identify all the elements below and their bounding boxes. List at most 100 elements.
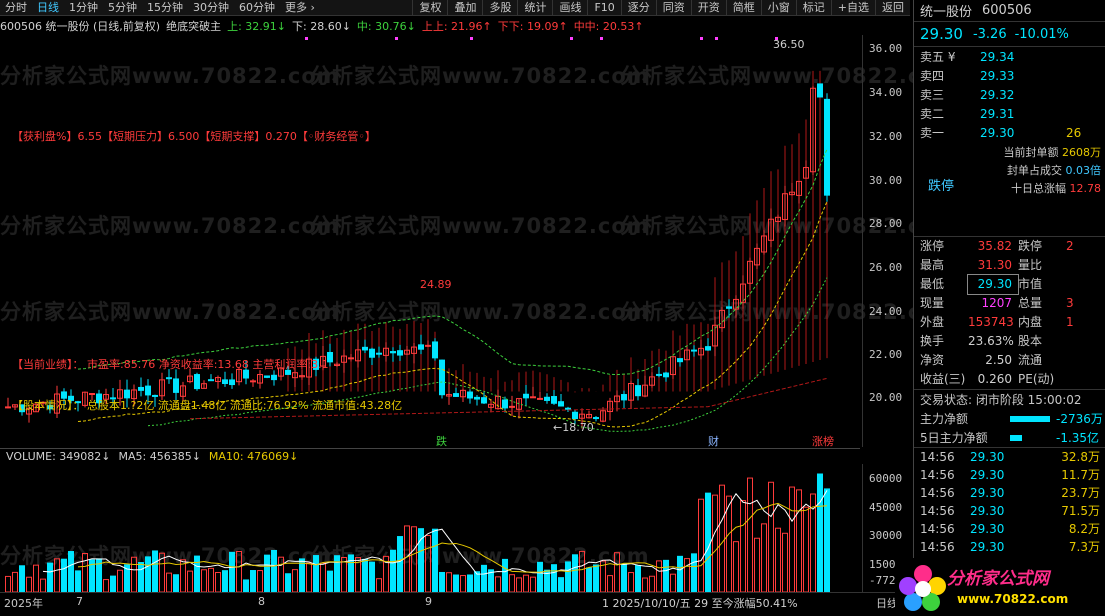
ma5-value: MA5: 456385↓	[118, 450, 201, 463]
date-axis: 2025年 7 8 9 1 2025/10/10/五 29 至今涨幅50.41%…	[0, 592, 912, 610]
tab-1min[interactable]: 1分钟	[64, 0, 103, 16]
tab-daily[interactable]: 日线	[32, 0, 64, 16]
candle-body[interactable]	[537, 397, 543, 400]
ask-row[interactable]: 卖四 29.33	[914, 66, 1105, 85]
mid-value: 中: 30.76↓	[356, 20, 416, 33]
tag-die[interactable]: 跌	[436, 433, 447, 449]
candle-body[interactable]	[705, 346, 711, 351]
open-asset-button[interactable]: 开资	[690, 0, 726, 16]
candle-body[interactable]	[348, 357, 354, 360]
candle-body[interactable]	[817, 83, 823, 98]
tag-zhang[interactable]: 涨榜	[812, 433, 834, 449]
stat-val2	[1066, 332, 1105, 351]
candle-body[interactable]	[173, 378, 179, 393]
multi-stock-button[interactable]: 多股	[482, 0, 517, 16]
tag-cai[interactable]: 财	[708, 433, 719, 449]
simple-frame-button[interactable]: 简框	[725, 0, 761, 16]
candle-body[interactable]	[530, 396, 536, 399]
candle-body[interactable]	[621, 394, 627, 401]
mark-button[interactable]: 标记	[795, 0, 831, 16]
stats-grid: 涨停 35.82 跌停 2 最高 31.30 量比 最低 29.30 市值 现量 1207 总量 3 外盘 1…	[914, 237, 1105, 389]
candle-body[interactable]	[502, 399, 508, 409]
tick-price: 29.30	[970, 540, 1005, 554]
ask-row[interactable]: 卖三 29.32	[914, 85, 1105, 104]
volume-bar	[208, 567, 214, 592]
candle-body[interactable]	[565, 407, 571, 410]
same-asset-button[interactable]: 同资	[655, 0, 691, 16]
candle-body[interactable]	[551, 396, 557, 404]
candle-body[interactable]	[369, 348, 375, 358]
stats-button[interactable]: 统计	[517, 0, 552, 16]
tab-5min[interactable]: 5分钟	[103, 0, 142, 16]
candle-body[interactable]	[558, 401, 564, 407]
back-button[interactable]: 返回	[875, 0, 910, 16]
candle-body[interactable]	[194, 374, 200, 390]
ask-price: 29.30	[980, 125, 1015, 140]
tab-60min[interactable]: 60分钟	[234, 0, 280, 16]
candle-body[interactable]	[453, 393, 459, 397]
candle-body[interactable]	[691, 349, 697, 352]
restore-rights-button[interactable]: 复权	[412, 0, 447, 16]
candlestick-chart[interactable]	[0, 35, 860, 447]
candle-body[interactable]	[138, 386, 144, 391]
candle-body[interactable]	[635, 385, 641, 397]
candle-body[interactable]	[824, 98, 830, 196]
tab-fenshi[interactable]: 分时	[0, 0, 32, 16]
volume-bar	[572, 554, 578, 592]
f10-button[interactable]: F10	[587, 0, 620, 16]
candle-body[interactable]	[677, 358, 683, 363]
tick-list[interactable]: 14:56 29.30 32.8万 14:56 29.30 11.7万 14:56 29.30…	[914, 448, 1105, 556]
candle-body[interactable]	[425, 344, 431, 347]
candle-body[interactable]	[544, 396, 550, 401]
candle-body[interactable]	[663, 372, 669, 378]
candle-body[interactable]	[208, 379, 214, 382]
volume-bar	[12, 571, 18, 592]
candle-body[interactable]	[572, 411, 578, 420]
tab-15min[interactable]: 15分钟	[142, 0, 188, 16]
tick-button[interactable]: 逐分	[620, 0, 656, 16]
overlay-button[interactable]: 叠加	[447, 0, 482, 16]
formula-name[interactable]: 绝底突破主	[166, 18, 221, 34]
candle-body[interactable]	[145, 385, 151, 396]
candle-body[interactable]	[439, 359, 445, 396]
candle-body[interactable]	[523, 393, 529, 399]
candle-body[interactable]	[271, 374, 277, 381]
add-watchlist-button[interactable]: +自选	[830, 0, 875, 16]
candle-body[interactable]	[5, 406, 11, 409]
candle-body[interactable]	[89, 393, 95, 396]
volume-bar	[768, 481, 774, 592]
candle-body[interactable]	[656, 373, 662, 376]
volume-bar	[369, 561, 375, 592]
candle-body[interactable]	[390, 351, 396, 354]
draw-line-button[interactable]: 画线	[552, 0, 587, 16]
candle-body[interactable]	[474, 396, 480, 400]
candle-body[interactable]	[166, 377, 172, 380]
candle-body[interactable]	[362, 346, 368, 351]
candle-body[interactable]	[481, 397, 487, 404]
ask-row[interactable]: 卖二 29.31	[914, 104, 1105, 123]
ask-volume: 26	[1066, 125, 1082, 140]
candle-body[interactable]	[264, 375, 270, 378]
candle-body[interactable]	[432, 341, 438, 359]
ask-price: 29.33	[980, 68, 1015, 83]
candle-body[interactable]	[397, 350, 403, 356]
candle-body[interactable]	[593, 417, 599, 420]
candle-body[interactable]	[222, 379, 228, 385]
ask-row[interactable]: 卖五 ¥ 29.34	[914, 47, 1105, 66]
ask-row[interactable]: 卖一 29.30 26	[914, 123, 1105, 142]
candle-body[interactable]	[509, 405, 515, 408]
candle-body[interactable]	[250, 380, 256, 383]
candle-body[interactable]	[229, 379, 235, 386]
candle-body[interactable]	[418, 344, 424, 350]
volume-chart[interactable]	[0, 464, 860, 592]
price-tick: 32.00	[869, 130, 903, 143]
tab-more[interactable]: 更多 ›	[280, 0, 320, 16]
volume-bar	[54, 558, 60, 592]
candle-body[interactable]	[376, 352, 382, 355]
tab-30min[interactable]: 30分钟	[188, 0, 234, 16]
candle-body[interactable]	[467, 391, 473, 399]
small-window-button[interactable]: 小窗	[760, 0, 796, 16]
candle-body[interactable]	[726, 306, 732, 309]
volume-bar	[215, 572, 221, 592]
stat-val: 35.82	[977, 239, 1012, 253]
